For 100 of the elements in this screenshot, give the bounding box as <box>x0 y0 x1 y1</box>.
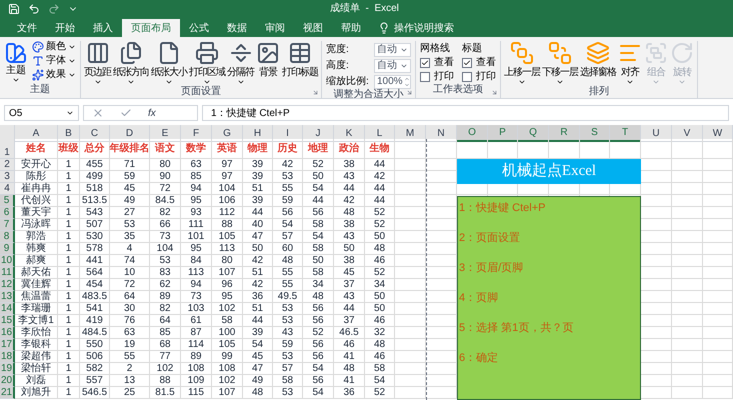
column-header[interactable]: V <box>672 125 703 142</box>
ribbon-tab[interactable]: 插入 <box>84 19 122 37</box>
row-header[interactable]: 2 <box>0 159 15 171</box>
row-header[interactable]: 11 <box>0 267 15 279</box>
ribbon-menu-button[interactable]: 效果 <box>32 69 76 81</box>
table-cell: 39 <box>243 171 273 183</box>
size-field[interactable]: 100% <box>374 75 411 89</box>
table-cell: 48 <box>365 339 395 351</box>
row-header[interactable]: 15 <box>0 315 15 327</box>
ribbon-button[interactable]: 下移一层 <box>541 41 579 86</box>
column-header[interactable]: J <box>303 125 334 142</box>
ribbon-button[interactable]: 页边距 <box>83 41 112 86</box>
ribbon-tab[interactable]: 数据 <box>218 19 256 37</box>
table-cell: 106 <box>212 195 243 207</box>
group-icon <box>644 41 668 65</box>
row-header[interactable]: 6 <box>0 207 15 219</box>
ribbon-button[interactable]: 背景 <box>255 41 281 78</box>
name-box[interactable]: O5 <box>4 105 79 121</box>
cancel-icon[interactable] <box>92 107 104 119</box>
dialog-launcher-icon[interactable] <box>491 89 498 96</box>
undo-icon[interactable] <box>28 2 40 14</box>
row-header[interactable]: 3 <box>0 171 15 183</box>
column-header[interactable]: Q <box>518 125 549 142</box>
checkbox[interactable] <box>462 72 472 82</box>
confirm-icon[interactable] <box>120 107 132 119</box>
row-header[interactable]: 9 <box>0 243 15 255</box>
column-header[interactable]: K <box>334 125 365 142</box>
save-icon[interactable] <box>8 2 20 14</box>
table-cell: 38 <box>334 255 365 267</box>
table-cell: 1 <box>58 279 80 291</box>
row-header[interactable]: 17 <box>0 339 15 351</box>
option-heading: 网格线 <box>420 43 451 55</box>
ribbon-button[interactable]: 纸张方向 <box>112 41 150 86</box>
row-header[interactable]: 16 <box>0 327 15 339</box>
column-header[interactable]: U <box>641 125 672 142</box>
column-header[interactable]: T <box>610 125 641 142</box>
row-header[interactable]: 10 <box>0 255 15 267</box>
column-header[interactable]: E <box>150 125 181 142</box>
row-header[interactable]: 12 <box>0 279 15 291</box>
checkbox[interactable] <box>420 72 430 82</box>
size-field[interactable]: 自动 <box>374 43 411 57</box>
row-header[interactable]: 14 <box>0 303 15 315</box>
column-header[interactable]: L <box>365 125 395 142</box>
ribbon-tab[interactable]: 文件 <box>8 19 46 37</box>
ribbon-tab[interactable]: 视图 <box>294 19 332 37</box>
checkbox[interactable] <box>420 58 430 68</box>
function-button[interactable]: fx <box>148 106 156 120</box>
row-header[interactable]: 18 <box>0 351 15 363</box>
table-cell: 102 <box>212 303 243 315</box>
column-header[interactable]: S <box>580 125 610 142</box>
ribbon-tab[interactable]: 审阅 <box>256 19 294 37</box>
search-link[interactable]: 操作说明搜索 <box>394 20 454 36</box>
dialog-launcher-icon[interactable] <box>406 89 413 96</box>
themes-button[interactable]: 主题 <box>4 41 28 84</box>
column-header[interactable]: W <box>703 125 733 142</box>
dialog-launcher-icon[interactable] <box>312 89 319 96</box>
column-header[interactable]: C <box>80 125 110 142</box>
checkbox[interactable] <box>462 58 472 68</box>
column-header[interactable]: M <box>395 125 426 142</box>
row-header[interactable]: 8 <box>0 231 15 243</box>
column-header[interactable]: I <box>273 125 303 142</box>
row-header[interactable]: 7 <box>0 219 15 231</box>
note-line: 1：快捷键 Ctel+P <box>459 201 546 215</box>
table-cell: 56 <box>303 339 334 351</box>
empty-cell <box>395 291 426 303</box>
empty-cell <box>703 267 733 279</box>
row-header[interactable]: 5 <box>0 195 15 207</box>
column-header[interactable]: D <box>110 125 150 142</box>
ribbon-menu-button[interactable]: 字体 <box>32 55 76 67</box>
ribbon-button[interactable]: 纸张大小 <box>150 41 188 86</box>
column-title: 物理 <box>243 139 273 159</box>
column-header[interactable]: H <box>243 125 273 142</box>
ribbon-tab[interactable]: 开始 <box>46 19 84 37</box>
row-header[interactable]: 4 <box>0 183 15 195</box>
formula-field[interactable]: 1：快捷键 Ctel+P <box>202 105 729 121</box>
ribbon-button[interactable]: 分隔符 <box>226 41 255 86</box>
column-header[interactable]: A <box>15 125 58 142</box>
ribbon-tab[interactable]: 公式 <box>180 19 218 37</box>
table-cell: 48 <box>273 255 303 267</box>
ribbon-button[interactable]: 上移一层 <box>503 41 541 86</box>
row-header[interactable]: 20 <box>0 375 15 387</box>
row-header[interactable]: 1 <box>0 139 15 159</box>
row-header[interactable]: 21 <box>0 387 15 399</box>
column-header[interactable]: B <box>58 125 80 142</box>
table-cell: 82 <box>150 207 181 219</box>
ribbon-tab[interactable]: 帮助 <box>332 19 370 37</box>
column-header[interactable]: O <box>457 125 488 142</box>
ribbon-menu-button[interactable]: 颜色 <box>32 41 76 53</box>
column-header[interactable]: F <box>181 125 212 142</box>
ribbon-button[interactable]: 打印标题 <box>281 41 319 78</box>
column-header[interactable]: P <box>488 125 518 142</box>
size-field[interactable]: 自动 <box>374 59 411 73</box>
ribbon-tab[interactable]: 页面布局 <box>122 19 180 37</box>
row-header[interactable]: 13 <box>0 291 15 303</box>
column-header[interactable]: G <box>212 125 243 142</box>
row-header[interactable]: 19 <box>0 363 15 375</box>
column-header[interactable]: R <box>549 125 580 142</box>
ribbon-button[interactable]: 打印区域 <box>188 41 226 86</box>
ribbon-button[interactable]: 对齐 <box>617 41 643 86</box>
ribbon-button[interactable]: 选择窗格 <box>579 41 617 78</box>
